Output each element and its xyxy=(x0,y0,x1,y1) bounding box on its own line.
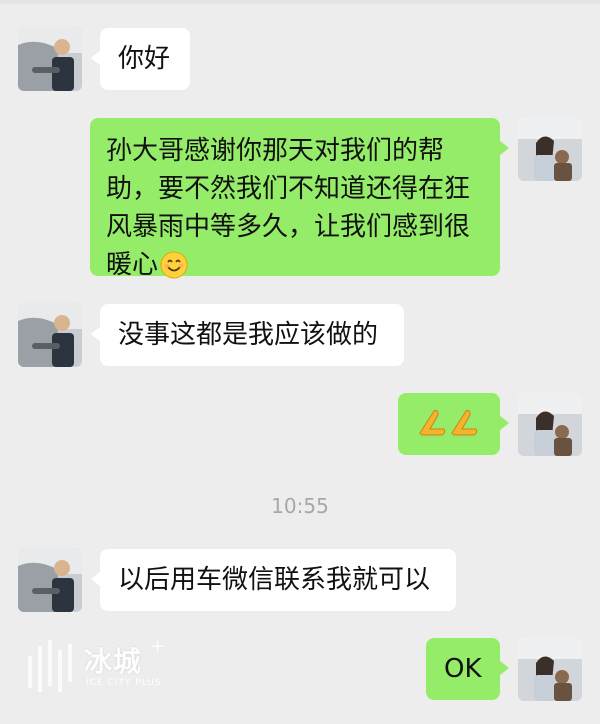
watermark-logo-icon xyxy=(28,640,72,692)
message-bubble-outgoing[interactable] xyxy=(398,393,509,455)
message-bubble-incoming[interactable]: 以后用车微信联系我就可以 xyxy=(91,549,456,611)
message-bubble-incoming[interactable]: 你好 xyxy=(91,28,190,90)
watermark-plus: + xyxy=(150,636,166,657)
message-text: 以后用车微信联系我就可以 xyxy=(118,565,431,595)
my-avatar[interactable] xyxy=(518,117,582,181)
my-avatar[interactable] xyxy=(518,392,582,456)
message-bubble-outgoing[interactable]: OK xyxy=(426,638,509,700)
message-bubble-outgoing[interactable]: 孙大哥感谢你那天对我们的帮助，要不然我们不知道还得在狂风暴雨中等多久，让我们感到… xyxy=(90,118,509,280)
contact-avatar[interactable] xyxy=(18,303,82,367)
message-bubble-incoming[interactable]: 没事这都是我应该做的 xyxy=(91,304,404,366)
message-text: 没事这都是我应该做的 xyxy=(118,320,379,350)
smiling-face-icon xyxy=(160,251,188,290)
watermark-subtext: ICE CITY PLUS xyxy=(86,678,162,688)
contact-avatar[interactable] xyxy=(18,27,82,91)
top-edge xyxy=(0,0,600,4)
praying-hands-icon xyxy=(416,410,482,444)
timestamp: 10:55 xyxy=(271,494,329,518)
my-avatar[interactable] xyxy=(518,637,582,701)
contact-avatar[interactable] xyxy=(18,548,82,612)
watermark-text: 冰城 xyxy=(84,645,143,678)
message-text: 你好 xyxy=(118,44,171,74)
message-text: OK xyxy=(444,654,482,684)
watermark: 冰城 + ICE CITY PLUS xyxy=(26,636,196,696)
